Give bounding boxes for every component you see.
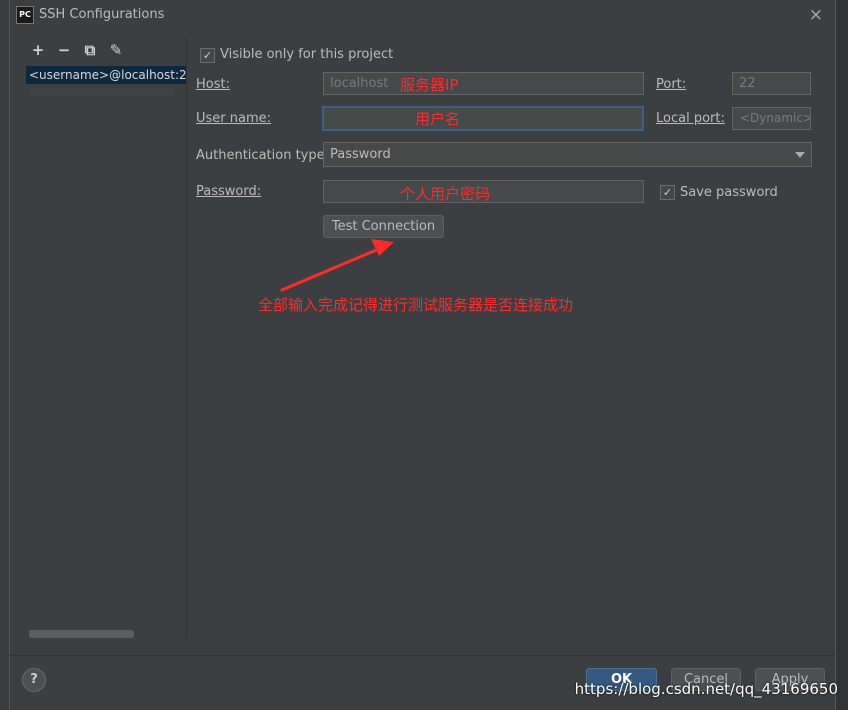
host-input[interactable]: localhost bbox=[323, 72, 644, 95]
password-annotation: 个人用户密码 bbox=[400, 185, 491, 203]
port-input[interactable]: 22 bbox=[732, 72, 811, 95]
username-annotation: 用户名 bbox=[415, 110, 461, 128]
save-password-checkbox[interactable]: ✓ bbox=[660, 185, 675, 200]
username-input[interactable] bbox=[322, 106, 644, 131]
host-annotation: 服务器IP bbox=[400, 76, 459, 94]
auth-type-select[interactable]: Password bbox=[323, 142, 812, 167]
edit-icon[interactable]: ✎ bbox=[108, 41, 124, 59]
help-icon[interactable]: ? bbox=[22, 668, 46, 692]
list-toolbar: + − ⧉ ✎ bbox=[30, 41, 124, 59]
window-title: SSH Configurations bbox=[39, 7, 165, 22]
close-icon[interactable]: × bbox=[809, 5, 823, 25]
config-form: ✓ Visible only for this project Host: lo… bbox=[196, 38, 826, 638]
local-port-input[interactable]: <Dynamic> bbox=[732, 107, 811, 130]
test-connection-button[interactable]: Test Connection bbox=[323, 215, 444, 238]
host-label: Host: bbox=[196, 77, 230, 92]
local-port-label: Local port: bbox=[656, 111, 725, 126]
save-password-label: Save password bbox=[680, 185, 778, 200]
visible-only-checkbox[interactable]: ✓ bbox=[200, 48, 215, 63]
blurred-list-item bbox=[30, 88, 175, 96]
chevron-down-icon bbox=[795, 152, 805, 158]
visible-only-label: Visible only for this project bbox=[220, 47, 394, 62]
footer-divider bbox=[10, 655, 835, 656]
auth-type-label: Authentication type: bbox=[196, 148, 329, 163]
background-left-strip bbox=[0, 0, 9, 710]
title-bar: PC SSH Configurations × bbox=[10, 0, 835, 30]
username-label: User name: bbox=[196, 111, 272, 126]
ssh-configurations-dialog: PC SSH Configurations × + − ⧉ ✎ <usernam… bbox=[9, 0, 836, 710]
auth-type-value: Password bbox=[330, 147, 391, 162]
config-list-item[interactable]: <username>@localhost:22 bbox=[26, 66, 186, 84]
password-label: Password: bbox=[196, 184, 262, 199]
copy-icon[interactable]: ⧉ bbox=[82, 41, 98, 59]
watermark: https://blog.csdn.net/qq_43169650 bbox=[574, 680, 838, 698]
background-right-strip bbox=[834, 0, 848, 710]
arrow-annotation: 全部输入完成记得进行测试服务器是否连接成功 bbox=[258, 296, 574, 314]
configurations-list-panel: + − ⧉ ✎ <username>@localhost:22 bbox=[10, 38, 187, 638]
port-label: Port: bbox=[656, 77, 687, 92]
remove-icon[interactable]: − bbox=[56, 41, 72, 59]
horizontal-scrollbar[interactable] bbox=[29, 630, 134, 638]
pycharm-app-icon: PC bbox=[16, 6, 34, 24]
add-icon[interactable]: + bbox=[30, 41, 46, 59]
